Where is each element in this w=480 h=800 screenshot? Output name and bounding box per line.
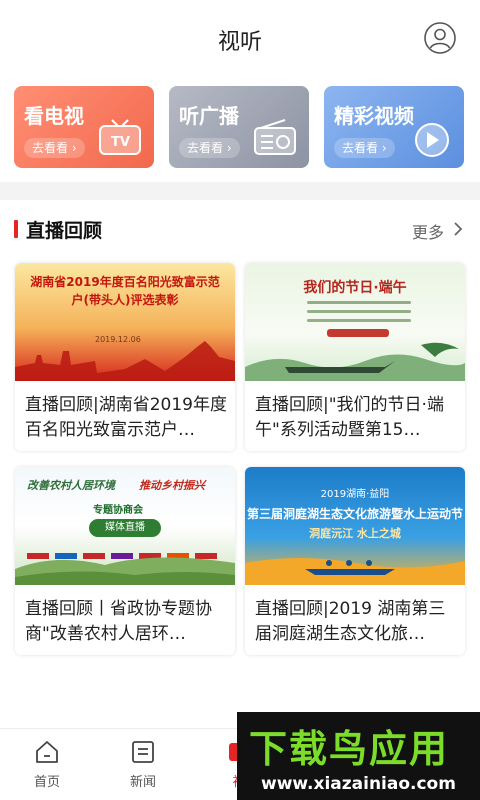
replay-thumbnail[interactable]: 湖南省2019年度百名阳光致富示范户(带头人)评选表彰 2019.12.06 [15,263,235,381]
tv-category-title: 看电视 [24,104,84,128]
thumbnail-red-banner [327,329,389,337]
thumbnail-badge: 媒体直播 [89,519,161,537]
replay-card-title: 直播回顾丨省政协专题协商"改善农村人居环… [25,599,212,644]
thumbnail-subtitle: 专题协商会 [93,505,143,516]
section-divider [0,182,480,200]
replay-card[interactable]: 2019湖南·益阳 第三届洞庭湖生态文化旅游暨水上运动节 洞庭沅江 水上之城 直… [245,467,465,655]
category-row: 看电视 去看看 › TV 听广播 去看看 › 精彩视频 去看看 › [0,72,480,182]
page-title: 视听 [217,30,262,55]
thumbnail-headline: 我们的节日·端午 [303,280,407,296]
home-icon [36,741,58,763]
dragon-boat-graphic [245,342,465,381]
people-silhouette-graphic [15,341,235,381]
radio-category-card[interactable]: 听广播 去看看 › [169,86,309,168]
watermark-url: www.xiazainiao.com [261,774,456,794]
tab-home-label: 首页 [33,775,60,790]
chevron-right-icon[interactable] [452,221,464,237]
section-accent-bar [14,220,18,238]
watermark-brand: 下载鸟应用 [249,727,450,771]
video-go-button[interactable]: 去看看 › [334,138,395,158]
video-category-title: 精彩视频 [334,104,414,128]
replay-card-title: 直播回顾|湖南省2019年度百名阳光致富示范户… [25,395,227,440]
thumbnail-line1: 2019湖南·益阳 [320,489,390,500]
hills-graphic [15,557,235,585]
section-title: 直播回顾 [26,220,103,242]
tv-category-card[interactable]: 看电视 去看看 › TV [14,86,154,168]
svg-text:TV: TV [111,135,130,150]
thumbnail-headline-right: 推动乡村振兴 [139,479,205,492]
tab-home[interactable]: 首页 [17,739,77,790]
thumbnail-headline-left: 改善农村人居环境 [27,479,115,492]
tab-news[interactable]: 新闻 [113,739,173,790]
replay-thumbnail[interactable]: 我们的节日·端午 [245,263,465,381]
top-header: 视听 [0,0,480,72]
replay-card[interactable]: 我们的节日·端午 直播回顾|"我们的节日·端午"系列活动暨第15… [245,263,465,451]
thumbnail-line3: 洞庭沅江 水上之城 [309,527,401,540]
radio-go-button[interactable]: 去看看 › [179,138,240,158]
replay-thumbnail[interactable]: 2019湖南·益阳 第三届洞庭湖生态文化旅游暨水上运动节 洞庭沅江 水上之城 [245,467,465,585]
replay-card[interactable]: 改善农村人居环境 推动乡村振兴 专题协商会 媒体直播 直播回顾丨省政协专题协商"… [15,467,235,655]
watermark-overlay: 下载鸟应用 www.xiazainiao.com [237,712,480,800]
replay-card-title: 直播回顾|2019 湖南第三届洞庭湖生态文化旅… [255,599,446,644]
tv-icon: TV [99,119,141,155]
news-icon [132,741,154,763]
rowing-graphic [245,558,465,585]
tv-go-button[interactable]: 去看看 › [24,138,85,158]
live-replay-header: 直播回顾 更多 [0,200,480,258]
radio-category-title: 听广播 [179,104,239,128]
video-category-card[interactable]: 精彩视频 去看看 › [324,86,464,168]
thumbnail-headline: 湖南省2019年度百名阳光致富示范户(带头人)评选表彰 [30,275,220,307]
more-link[interactable]: 更多 [412,219,444,243]
radio-icon [254,119,296,155]
thumbnail-line2: 第三届洞庭湖生态文化旅游暨水上运动节 [246,507,463,521]
replay-card[interactable]: 湖南省2019年度百名阳光致富示范户(带头人)评选表彰 2019.12.06 直… [15,263,235,451]
tab-news-label: 新闻 [129,775,156,790]
replay-card-title: 直播回顾|"我们的节日·端午"系列活动暨第15… [255,395,444,440]
replay-thumbnail[interactable]: 改善农村人居环境 推动乡村振兴 专题协商会 媒体直播 [15,467,235,585]
thumbnail-text-lines [307,301,411,328]
user-avatar-icon[interactable] [424,22,456,54]
video-play-icon [415,123,449,157]
